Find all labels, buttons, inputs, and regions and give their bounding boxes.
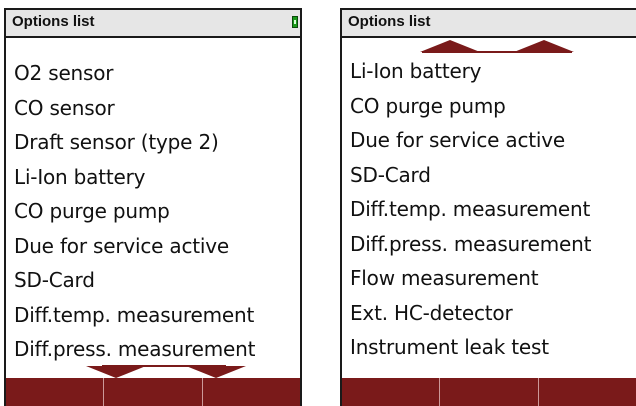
device-screen-left: Options list O2 sensor CO sensor Draft s…: [4, 8, 302, 406]
title-bar: Options list: [6, 10, 300, 38]
title-bar: Options list: [342, 10, 636, 38]
softkey-right[interactable]: [203, 378, 300, 406]
list-item[interactable]: Due for service active: [6, 229, 300, 264]
softkey-right[interactable]: [539, 378, 636, 406]
softkey-middle[interactable]: [104, 378, 203, 406]
softkey-bar: [6, 378, 300, 406]
softkey-middle[interactable]: [440, 378, 539, 406]
list-item[interactable]: Diff.press. measurement: [342, 227, 636, 262]
list-item[interactable]: Li-Ion battery: [6, 160, 300, 195]
list-item[interactable]: Draft sensor (type 2): [6, 125, 300, 160]
list-item[interactable]: Flow measurement: [342, 261, 636, 296]
list-item[interactable]: CO purge pump: [6, 194, 300, 229]
list-item[interactable]: Diff.press. measurement: [6, 332, 300, 367]
list-item[interactable]: CO sensor: [6, 91, 300, 126]
list-item[interactable]: Li-Ion battery: [342, 54, 636, 89]
list-item[interactable]: Instrument leak test: [342, 330, 636, 365]
list-item[interactable]: Diff.temp. measurement: [6, 298, 300, 333]
list-item[interactable]: O2 sensor: [6, 56, 300, 91]
list-item[interactable]: CO purge pump: [342, 89, 636, 124]
options-list: O2 sensor CO sensor Draft sensor (type 2…: [6, 56, 300, 367]
softkey-bar: [342, 378, 636, 406]
options-list: Li-Ion battery CO purge pump Due for ser…: [342, 54, 636, 365]
page-title: Options list: [12, 13, 95, 30]
list-item[interactable]: SD-Card: [342, 158, 636, 193]
softkey-left[interactable]: [6, 378, 105, 406]
page-title: Options list: [348, 13, 431, 30]
device-screen-right: Options list Li-Ion battery CO purge pum…: [340, 8, 636, 406]
list-item[interactable]: Due for service active: [342, 123, 636, 158]
scroll-up-icon[interactable]: [342, 38, 636, 54]
list-item[interactable]: Diff.temp. measurement: [342, 192, 636, 227]
softkey-left[interactable]: [342, 378, 441, 406]
list-item[interactable]: Ext. HC-detector: [342, 296, 636, 331]
mains-plug-icon: [292, 16, 298, 28]
list-item[interactable]: SD-Card: [6, 263, 300, 298]
